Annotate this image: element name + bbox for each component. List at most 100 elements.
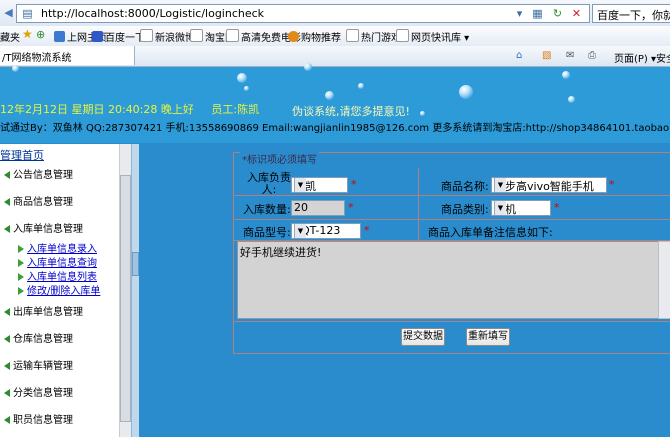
submenu-inbound-add[interactable]: 入库单信息录入 (18, 240, 97, 255)
menu-inbound[interactable]: 入库单信息管理 (4, 220, 83, 235)
form-divider (418, 168, 419, 240)
back-icon[interactable]: ◀ (2, 6, 15, 19)
required-mark: * (348, 201, 354, 214)
rss-icon[interactable]: ▧ (542, 50, 551, 61)
form-legend: *标识项必须填写 (240, 151, 319, 166)
refresh-icon[interactable]: ↻ (551, 7, 564, 20)
menu-staff[interactable]: 职员信息管理 (4, 411, 73, 426)
star-icon[interactable]: ★ (22, 27, 33, 41)
chevron-down-icon: ▼ (494, 201, 506, 215)
form-divider (234, 321, 670, 322)
qty-input[interactable]: 20 (291, 200, 345, 216)
fav-item[interactable]: 百度一下 (92, 29, 145, 44)
submenu-inbound-query[interactable]: 入库单信息查询 (18, 254, 97, 269)
page-icon (396, 29, 409, 42)
favorites-bar: 藏夹 ★ ⊕ 上网主页 百度一下 新浪微博 淘宝网 高清免费电影 购物推荐 热门… (0, 26, 670, 47)
person-select[interactable]: 陈凯▼ (291, 177, 348, 193)
author-info: 试通过By：双鱼林 QQ:287307421 手机:13558690869 Em… (0, 123, 670, 134)
arrow-right-icon (18, 245, 24, 253)
menu-product[interactable]: 商品信息管理 (4, 193, 73, 208)
person-label: 入库负责人: (247, 171, 291, 196)
submit-button[interactable]: 提交数据 (401, 328, 445, 346)
url-text: http://localhost:8000/Logistic/loginchec… (41, 7, 265, 20)
arrow-left-icon (4, 198, 10, 206)
required-mark: * (351, 178, 357, 191)
category-select[interactable]: 手机▼ (491, 200, 551, 216)
menu-vehicle[interactable]: 运输车辆管理 (4, 357, 73, 372)
print-icon[interactable]: ⎙ (588, 50, 596, 61)
arrow-left-icon (4, 335, 10, 343)
page-icon (140, 29, 153, 42)
compat-icon[interactable]: ▦ (531, 7, 544, 20)
date-time: 12年2月12日 星期日 20:40:28 晚上好 员工:陈凯 (0, 103, 260, 116)
arrow-right-icon (18, 287, 24, 295)
form-divider (234, 195, 670, 196)
url-input[interactable]: ▤ http://localhost:8000/Logistic/loginch… (16, 4, 590, 23)
bubble-decoration (568, 96, 575, 103)
splitter-grip-icon[interactable] (132, 252, 139, 276)
arrow-right-icon (18, 273, 24, 281)
product-select[interactable]: 步步高vivo智能手机 ▼ (491, 177, 607, 193)
fav-item[interactable]: 购物推荐 (288, 29, 341, 44)
sidebar-home-link[interactable]: 管理首页 (0, 147, 44, 163)
reset-button[interactable]: 重新填写 (466, 328, 510, 346)
bubble-decoration (12, 65, 19, 72)
search-placeholder: 百度一下，你就知道 (597, 9, 670, 22)
arrow-left-icon (4, 362, 10, 370)
welcome-text: 伪谈系统,请您多提意见! (292, 105, 410, 118)
fav-item[interactable]: 热门游戏 (346, 29, 401, 44)
bubble-decoration (237, 73, 247, 83)
ie-icon (54, 31, 65, 42)
staff-name: 员工:陈凯 (211, 103, 260, 116)
submenu-inbound-list[interactable]: 入库单信息列表 (18, 268, 97, 283)
model-label: 商品型号: (243, 226, 291, 239)
favorites-label[interactable]: 藏夹 (0, 29, 20, 44)
bubble-decoration (358, 83, 364, 89)
remark-label: 商品入库单备注信息如下: (428, 226, 553, 239)
search-input[interactable]: 百度一下，你就知道 (592, 4, 670, 23)
add-favorite-icon[interactable]: ⊕ (36, 28, 45, 41)
safety-menu[interactable]: 安全 (656, 50, 670, 65)
tab-active[interactable]: /T网络物流系统 (0, 46, 135, 65)
home-icon[interactable]: ⌂ (516, 50, 522, 61)
chevron-down-icon: ▼ (294, 178, 306, 192)
bubble-decoration (562, 71, 570, 79)
model-select[interactable]: SQT-123 ▼ (291, 223, 361, 239)
fav-item[interactable]: 新浪微博 (140, 29, 195, 44)
menu-warehouse[interactable]: 仓库信息管理 (4, 330, 73, 345)
arrow-left-icon (4, 308, 10, 316)
chevron-down-icon: ▼ (494, 178, 506, 192)
bubble-decoration (459, 85, 473, 99)
menu-notice[interactable]: 公告信息管理 (4, 166, 73, 181)
chevron-down-icon: ▼ (294, 224, 306, 238)
form-divider (234, 219, 670, 220)
fav-item[interactable]: 网页快讯库 ▾ (396, 29, 469, 44)
submenu-inbound-edit[interactable]: 修改/删除入库单 (18, 282, 100, 297)
sidebar-scroll-thumb[interactable] (120, 175, 131, 422)
textarea-scrollbar[interactable] (658, 241, 670, 319)
page-icon: ▤ (22, 7, 33, 20)
baidu-icon (92, 31, 103, 42)
arrow-left-icon (4, 389, 10, 397)
mail-icon[interactable]: ✉ (566, 50, 574, 61)
category-label: 商品类别: (441, 203, 489, 216)
arrow-right-icon (18, 259, 24, 267)
page-icon (226, 29, 239, 42)
menu-category[interactable]: 分类信息管理 (4, 384, 73, 399)
menu-outbound[interactable]: 出库单信息管理 (4, 303, 83, 318)
bubble-decoration (325, 91, 334, 100)
arrow-left-icon (4, 225, 10, 233)
remark-textarea[interactable]: 好手机继续进货! (237, 241, 659, 319)
page-menu[interactable]: 页面(P) ▾ (614, 50, 656, 65)
bubble-decoration (304, 63, 312, 71)
shopping-icon (288, 31, 299, 42)
arrow-left-icon (4, 416, 10, 424)
required-mark: * (609, 178, 615, 191)
product-label: 商品名称: (441, 180, 489, 193)
dropdown-icon[interactable]: ▾ (513, 7, 526, 20)
arrow-left-icon (4, 171, 10, 179)
bubble-decoration (420, 111, 425, 116)
address-bar: ◀ ▤ http://localhost:8000/Logistic/login… (0, 0, 670, 27)
tab-title: /T网络物流系统 (2, 53, 72, 64)
stop-icon[interactable]: ✕ (570, 7, 583, 20)
